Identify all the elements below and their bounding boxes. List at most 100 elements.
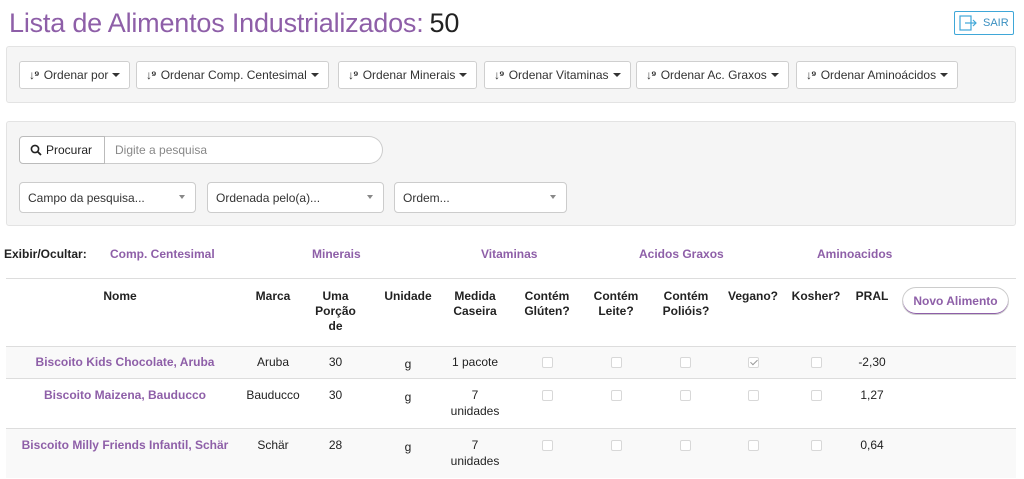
cell-pral: 1,27: [860, 388, 884, 402]
header-line: Contém: [524, 289, 570, 303]
header-line: Contém: [593, 289, 639, 303]
search-field-select[interactable]: Campo da pesquisa...: [19, 182, 196, 213]
food-name-link[interactable]: Biscoito Kids Chocolate, Aruba: [10, 354, 240, 370]
header-line: Leite?: [598, 304, 634, 318]
kosher-checkbox[interactable]: [811, 390, 822, 401]
header-kosher: Kosher?: [791, 289, 841, 303]
cell-unidade: g: [404, 357, 412, 371]
cell-unidade: g: [404, 440, 412, 454]
toggle-minerais[interactable]: Minerais: [312, 247, 361, 261]
chevron-down-icon: [179, 195, 185, 199]
sort-button-label: Ordenar Vitaminas: [508, 68, 609, 82]
header-pral: PRAL: [855, 289, 889, 303]
page-title-text: Lista de Alimentos Industrializados:: [9, 8, 424, 38]
header-leite: Contém Leite?: [588, 289, 644, 319]
gluten-checkbox[interactable]: [542, 357, 553, 368]
toggle-acidos-graxos[interactable]: Acidos Graxos: [639, 247, 724, 261]
logout-label: SAIR: [983, 17, 1009, 29]
poliois-checkbox[interactable]: [680, 357, 691, 368]
header-poliois: Contém Polióis?: [656, 289, 716, 319]
leite-checkbox[interactable]: [611, 357, 622, 368]
cell-unidade: g: [404, 390, 412, 404]
sort-button-label: Ordenar Ac. Graxos: [660, 68, 767, 82]
header-line: Contém: [663, 289, 709, 303]
gluten-checkbox[interactable]: [542, 390, 553, 401]
toggle-aminoacidos[interactable]: Aminoacidos: [817, 247, 892, 261]
header-line: Polióis?: [662, 304, 710, 318]
leite-checkbox[interactable]: [611, 390, 622, 401]
cell-pral: -2,30: [858, 355, 886, 369]
table-row: [6, 378, 1016, 428]
food-name-link[interactable]: Biscoito Maizena, Bauducco: [10, 387, 240, 403]
toggle-vitaminas[interactable]: Vitaminas: [481, 247, 537, 261]
chevron-down-icon: [367, 195, 373, 199]
cell-medida-line: 7: [471, 388, 479, 402]
sort-by-button[interactable]: ↓⁹ Ordenar por: [19, 61, 131, 89]
header-marca: Marca: [255, 289, 291, 303]
sort-centesimal-button[interactable]: ↓⁹ Ordenar Comp. Centesimal: [136, 61, 329, 89]
kosher-checkbox[interactable]: [811, 357, 822, 368]
logout-button[interactable]: SAIR: [954, 11, 1014, 35]
cell-marca: Aruba: [256, 355, 290, 369]
sort-icon: ↓⁹: [348, 68, 359, 82]
sort-icon: ↓⁹: [146, 68, 157, 82]
vegano-checkbox[interactable]: [748, 357, 759, 368]
sort-vitaminas-button[interactable]: ↓⁹ Ordenar Vitaminas: [484, 61, 631, 89]
poliois-checkbox[interactable]: [680, 390, 691, 401]
poliois-checkbox[interactable]: [680, 440, 691, 451]
toggle-comp-centesimal[interactable]: Comp. Centesimal: [110, 247, 215, 261]
page-title: Lista de Alimentos Industrializados: 50: [9, 8, 459, 39]
cell-medida-line: unidades: [450, 454, 500, 468]
sort-icon: ↓⁹: [494, 68, 505, 82]
vegano-checkbox[interactable]: [748, 440, 759, 451]
sort-aminoacidos-button[interactable]: ↓⁹ Ordenar Aminoácidos: [796, 61, 959, 89]
header-vegano: Vegano?: [727, 289, 778, 303]
new-food-button[interactable]: Novo Alimento: [902, 287, 1009, 315]
caret-down-icon: [112, 73, 121, 77]
sort-button-label: Ordenar Aminoácidos: [820, 68, 937, 82]
cell-medida-line: unidades: [450, 404, 500, 418]
order-direction-select[interactable]: Ordem...: [394, 182, 567, 213]
cell-medida-line: 7: [471, 438, 479, 452]
kosher-checkbox[interactable]: [811, 440, 822, 451]
select-value: Ordenada pelo(a)...: [216, 190, 321, 205]
cell-porcao: 30: [328, 388, 343, 402]
logout-icon: [959, 15, 977, 31]
sort-toolbar: ↓⁹ Ordenar por ↓⁹ Ordenar Comp. Centesim…: [6, 46, 1016, 103]
header-gluten: Contém Glúten?: [518, 289, 576, 319]
food-name-link[interactable]: Biscoito Milly Friends Infantil, Schär: [10, 437, 240, 453]
caret-down-icon: [770, 73, 779, 77]
food-count: 50: [429, 8, 460, 38]
caret-down-icon: [940, 73, 949, 77]
cell-porcao: 28: [328, 438, 343, 452]
toggles-label: Exibir/Ocultar:: [4, 247, 87, 261]
cell-medida: 1 pacote: [440, 354, 510, 370]
header-line: Porção: [315, 304, 356, 318]
sort-icon: ↓⁹: [646, 68, 657, 82]
leite-checkbox[interactable]: [611, 440, 622, 451]
table-row: [6, 428, 1016, 478]
search-panel: Procurar Campo da pesquisa... Ordenada p…: [6, 121, 1016, 226]
header-medida: Medida Caseira: [446, 289, 504, 319]
cell-porcao: 30: [328, 355, 343, 369]
search-icon: [30, 144, 42, 156]
header-line: Medida: [454, 289, 496, 303]
cell-medida: 7 unidades: [440, 437, 510, 469]
header-line: Uma: [322, 289, 349, 303]
search-button-label: Procurar: [46, 143, 93, 157]
caret-down-icon: [310, 73, 319, 77]
column-toggles: Exibir/Ocultar: Comp. Centesimal Minerai…: [0, 247, 1024, 265]
order-by-select[interactable]: Ordenada pelo(a)...: [207, 182, 384, 213]
sort-minerais-button[interactable]: ↓⁹ Ordenar Minerais: [338, 61, 478, 89]
cell-medida: 7 unidades: [440, 387, 510, 419]
header-porcao: Uma Porção de: [313, 289, 358, 334]
sort-button-label: Ordenar Comp. Centesimal: [160, 68, 307, 82]
sort-acgraxos-button[interactable]: ↓⁹ Ordenar Ac. Graxos: [636, 61, 789, 89]
vegano-checkbox[interactable]: [748, 390, 759, 401]
caret-down-icon: [612, 73, 621, 77]
gluten-checkbox[interactable]: [542, 440, 553, 451]
search-input[interactable]: [105, 136, 383, 164]
chevron-down-icon: [550, 195, 556, 199]
search-button[interactable]: Procurar: [19, 136, 105, 164]
header-line: Caseira: [453, 304, 497, 318]
